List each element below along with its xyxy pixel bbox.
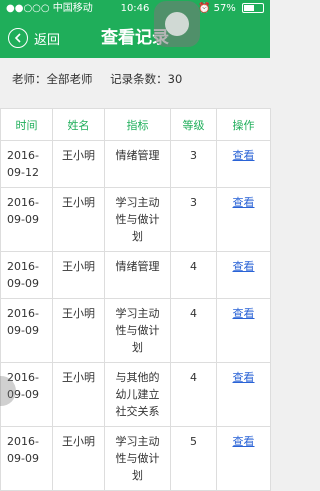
cell-level: 4	[170, 251, 217, 299]
app-header: ●●○○○ 中国移动 10:46 ⏰ 57% 返回 查看记录	[0, 0, 270, 58]
cell-level: 4	[170, 362, 217, 427]
cell-name: 王小明	[52, 362, 105, 427]
cell-indicator: 情绪管理	[104, 140, 171, 188]
cell-indicator: 学习主动性与做计划	[104, 298, 171, 363]
col-header-name: 姓名	[52, 108, 105, 141]
table-row: 2016- 09-09 王小明 学习主动性与做计划 3 查看	[0, 187, 271, 252]
view-link[interactable]: 查看	[233, 196, 255, 209]
col-header-indicator: 指标	[104, 108, 171, 141]
cell-date: 2016- 09-09	[0, 298, 53, 363]
col-header-date: 时间	[0, 108, 53, 141]
cell-level: 3	[170, 187, 217, 252]
cell-date: 2016- 09-09	[0, 187, 53, 252]
record-count: 记录条数：30	[110, 72, 183, 86]
cell-level: 3	[170, 140, 217, 188]
col-header-action: 操作	[216, 108, 271, 141]
table-row: 2016- 09-09 王小明 学习主动性与做计划 4 查看	[0, 298, 271, 363]
view-link[interactable]: 查看	[233, 435, 255, 448]
cell-action: 查看	[216, 251, 271, 299]
cell-level: 4	[170, 298, 217, 363]
battery-percent: 57%	[213, 3, 236, 14]
battery-status: ⏰ 57%	[198, 0, 264, 18]
view-link[interactable]: 查看	[233, 371, 255, 384]
cell-name: 王小明	[52, 140, 105, 188]
nav-bar: 返回 查看记录	[0, 18, 270, 58]
cell-name: 王小明	[52, 298, 105, 363]
cell-action: 查看	[216, 298, 271, 363]
cell-indicator: 与其他的幼儿建立社交关系	[104, 362, 171, 427]
records-table: 时间 姓名 指标 等级 操作 2016- 09-12 王小明 情绪管理 3 查看 2016-…	[0, 108, 271, 491]
status-bar: ●●○○○ 中国移动 10:46 ⏰ 57%	[0, 0, 270, 18]
cell-name: 王小明	[52, 187, 105, 252]
cell-action: 查看	[216, 187, 271, 252]
cell-name: 王小明	[52, 251, 105, 299]
col-header-level: 等级	[170, 108, 217, 141]
view-link[interactable]: 查看	[233, 307, 255, 320]
view-link[interactable]: 查看	[233, 149, 255, 162]
battery-icon	[242, 3, 264, 13]
cell-date: 2016- 09-12	[0, 140, 53, 188]
page-title: 查看记录	[101, 28, 169, 48]
cell-action: 查看	[216, 140, 271, 188]
teacher-filter: 老师：全部老师	[12, 72, 93, 86]
table-row: 2016- 09-12 王小明 情绪管理 3 查看	[0, 140, 271, 188]
table-row: 2016- 09-09 王小明 情绪管理 4 查看	[0, 251, 271, 299]
table-header-row: 时间 姓名 指标 等级 操作	[0, 108, 271, 141]
view-link[interactable]: 查看	[233, 260, 255, 273]
cell-date: 2016- 09-09	[0, 251, 53, 299]
cell-indicator: 学习主动性与做计划	[104, 187, 171, 252]
table-row: 2016- 09-09 王小明 与其他的幼儿建立社交关系 4 查看	[0, 362, 271, 427]
cell-indicator: 情绪管理	[104, 251, 171, 299]
battery-fill	[244, 5, 254, 11]
record-summary: 老师：全部老师 记录条数：30	[12, 71, 196, 87]
assistive-touch-button[interactable]	[154, 1, 200, 47]
cell-action: 查看	[216, 362, 271, 427]
